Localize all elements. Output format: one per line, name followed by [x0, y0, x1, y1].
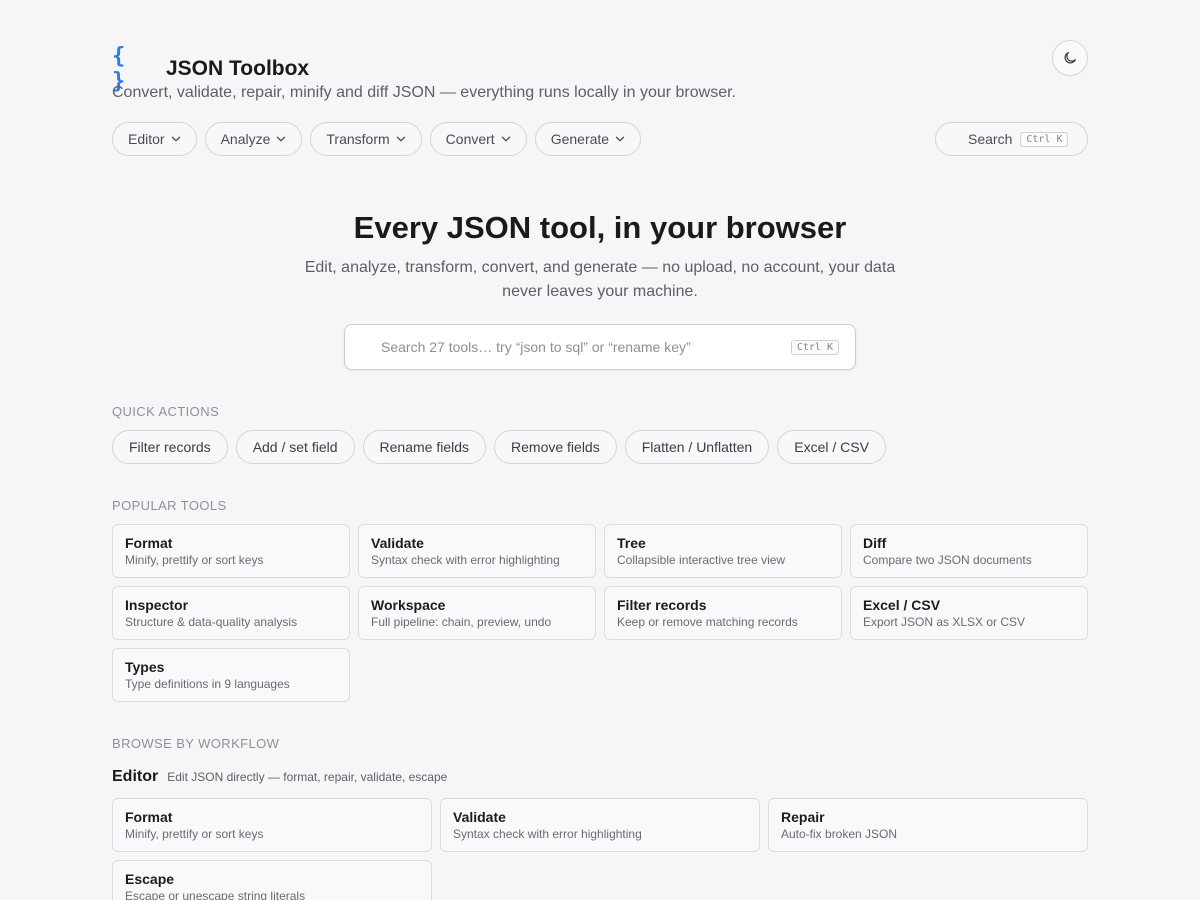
- tool-card-types[interactable]: Types Type definitions in 9 languages: [112, 648, 350, 702]
- tool-card-diff[interactable]: Diff Compare two JSON documents: [850, 524, 1088, 578]
- tool-card-desc: Minify, prettify or sort keys: [125, 827, 264, 841]
- nav-analyze[interactable]: Analyze: [204, 122, 303, 156]
- hero-title: Every JSON tool, in your browser: [353, 210, 847, 245]
- tool-card-title: Excel / CSV: [863, 597, 941, 613]
- shortcut-badge: Ctrl K: [1020, 131, 1069, 147]
- tool-card-desc: Type definitions in 9 languages: [125, 677, 290, 691]
- tool-card-title: Format: [125, 809, 173, 825]
- nav-label: Generate: [550, 131, 610, 147]
- workflow-editor-header: Editor Edit JSON directly — format, repa…: [112, 768, 447, 786]
- quick-action-add-set-field[interactable]: Add / set field: [235, 430, 355, 464]
- workflow-title: Editor: [112, 768, 159, 785]
- tool-card-desc: Minify, prettify or sort keys: [125, 553, 264, 567]
- workflow-card-validate[interactable]: Validate Syntax check with error highlig…: [440, 798, 760, 852]
- workflow-card-escape[interactable]: Escape Escape or unescape string literal…: [112, 860, 432, 900]
- tool-card-desc: Structure & data-quality analysis: [125, 615, 298, 629]
- tool-card-tree[interactable]: Tree Collapsible interactive tree view: [604, 524, 842, 578]
- quick-action-flatten-unflatten[interactable]: Flatten / Unflatten: [624, 430, 770, 464]
- tool-card-desc: Syntax check with error highlighting: [371, 553, 560, 567]
- nav-convert[interactable]: Convert: [429, 122, 527, 156]
- tool-card-desc: Auto-fix broken JSON: [781, 827, 898, 841]
- tool-card-title: Filter records: [617, 597, 707, 613]
- nav-bar: Editor Analyze Transform Convert Generat…: [112, 122, 642, 156]
- tool-card-title: Validate: [371, 535, 424, 551]
- chevron-down-icon: [396, 136, 405, 142]
- tool-search-input[interactable]: [381, 339, 791, 355]
- nav-label: Analyze: [220, 131, 271, 147]
- tool-card-desc: Syntax check with error highlighting: [453, 827, 642, 841]
- chevron-down-icon: [615, 136, 625, 142]
- quick-action-excel-csv[interactable]: Excel / CSV: [777, 430, 886, 464]
- nav-label: Convert: [445, 131, 495, 147]
- nav-search-label: Search: [968, 131, 1013, 147]
- tool-card-title: Diff: [863, 535, 887, 551]
- tool-card-format[interactable]: Format Minify, prettify or sort keys: [112, 524, 350, 578]
- workflow-card-format[interactable]: Format Minify, prettify or sort keys: [112, 798, 432, 852]
- tool-card-title: Inspector: [125, 597, 189, 613]
- nav-search-button[interactable]: Search Ctrl K: [935, 122, 1088, 156]
- hero-subtitle: Edit, analyze, transform, convert, and g…: [304, 259, 896, 300]
- tool-card-desc: Keep or remove matching records: [617, 615, 798, 629]
- quick-action-remove-fields[interactable]: Remove fields: [494, 430, 617, 464]
- chevron-down-icon: [171, 136, 180, 142]
- nav-generate[interactable]: Generate: [534, 122, 642, 156]
- tool-card-desc: Escape or unescape string literals: [125, 889, 306, 900]
- tool-card-title: Format: [125, 535, 173, 551]
- tool-card-filter-records[interactable]: Filter records Keep or remove matching r…: [604, 586, 842, 640]
- quick-actions: Filter records Add / set field Rename fi…: [112, 430, 886, 464]
- tool-card-desc: Export JSON as XLSX or CSV: [863, 615, 1026, 629]
- workflow-desc: Edit JSON directly — format, repair, val…: [167, 770, 448, 784]
- tool-card-validate[interactable]: Validate Syntax check with error highlig…: [358, 524, 596, 578]
- quick-action-filter-records[interactable]: Filter records: [112, 430, 228, 464]
- tool-card-desc: Full pipeline: chain, preview, undo: [371, 615, 552, 629]
- tool-card-title: Repair: [781, 809, 825, 825]
- nav-editor[interactable]: Editor: [112, 122, 197, 156]
- tool-card-excel-csv[interactable]: Excel / CSV Export JSON as XLSX or CSV: [850, 586, 1088, 640]
- browse-by-workflow-label: BROWSE BY WORKFLOW: [112, 736, 280, 751]
- theme-toggle-button[interactable]: [1052, 40, 1088, 76]
- chevron-down-icon: [277, 136, 286, 142]
- tagline: Convert, validate, repair, minify and di…: [112, 84, 736, 101]
- tool-card-title: Escape: [125, 871, 175, 887]
- workflow-card-repair[interactable]: Repair Auto-fix broken JSON: [768, 798, 1088, 852]
- chevron-down-icon: [501, 136, 510, 142]
- quick-action-rename-fields[interactable]: Rename fields: [362, 430, 487, 464]
- nav-label: Transform: [326, 131, 390, 147]
- tool-card-desc: Collapsible interactive tree view: [617, 553, 786, 567]
- app-title: JSON Toolbox: [166, 57, 310, 80]
- tool-card-desc: Compare two JSON documents: [863, 553, 1032, 567]
- tool-card-workspace[interactable]: Workspace Full pipeline: chain, preview,…: [358, 586, 596, 640]
- tool-card-inspector[interactable]: Inspector Structure & data-quality analy…: [112, 586, 350, 640]
- tool-card-title: Tree: [617, 535, 646, 551]
- nav-transform[interactable]: Transform: [310, 122, 422, 156]
- quick-actions-label: QUICK ACTIONS: [112, 404, 220, 419]
- tool-card-title: Validate: [453, 809, 506, 825]
- nav-label: Editor: [128, 131, 165, 147]
- shortcut-badge: Ctrl K: [790, 339, 839, 355]
- tool-search-box[interactable]: Ctrl K: [344, 324, 856, 370]
- moon-icon: [1064, 52, 1076, 64]
- popular-tools-label: POPULAR TOOLS: [112, 498, 227, 513]
- tool-card-title: Workspace: [371, 597, 446, 613]
- tool-card-title: Types: [125, 659, 165, 675]
